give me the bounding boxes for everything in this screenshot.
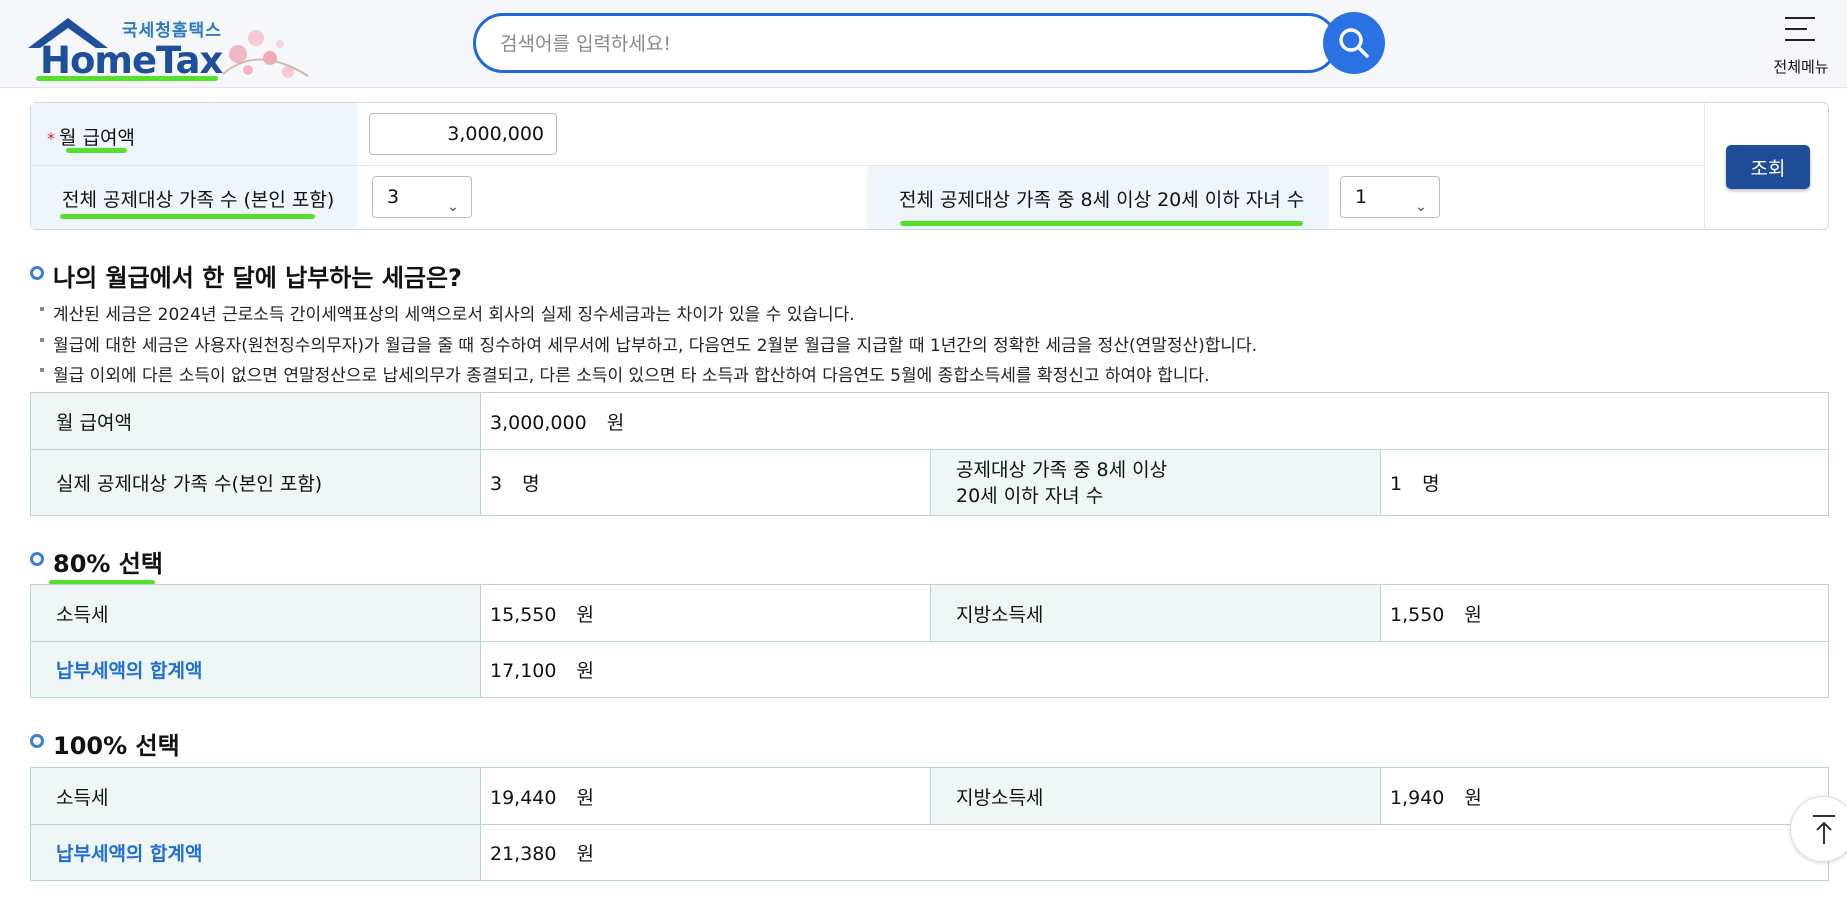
- family-count-value: 3: [387, 186, 400, 208]
- search-input[interactable]: [500, 30, 1280, 58]
- summary-children-label: 공제대상 가족 중 8세 이상 20세 이하 자녀 수: [930, 449, 1381, 516]
- note-2: 월급에 대한 세금은 사용자(원천징수의무자)가 월급을 줄 때 징수하여 세무…: [53, 336, 1258, 356]
- unit-text: 원: [606, 411, 625, 434]
- note-bullet-icon: [40, 368, 44, 372]
- children-count-label: 전체 공제대상 가족 중 8세 이상 20세 이하 자녀 수: [899, 189, 1305, 211]
- local-tax-value: 1,550 원: [1380, 584, 1829, 642]
- unit-text: 원: [1464, 786, 1482, 809]
- total-tax-value: 21,380 원: [480, 824, 1829, 881]
- total-tax-label: 납부세액의 합계액: [30, 824, 481, 881]
- total-tax-label: 납부세액의 합계액: [30, 641, 481, 698]
- header: 국세청홈택스 HomeTax 전체메뉴: [0, 0, 1847, 88]
- tax-table-80: 소득세 15,550 원 지방소득세 1,550 원 납부세액의 합계액 17,10…: [30, 584, 1829, 698]
- all-menu-button[interactable]: 전체메뉴: [1762, 12, 1832, 78]
- unit-text: 원: [576, 786, 594, 809]
- unit-text: 원: [576, 603, 594, 626]
- unit-text: 명: [1422, 473, 1440, 495]
- search-button[interactable]: [1323, 12, 1385, 74]
- local-tax-value: 1,940 원: [1380, 767, 1829, 825]
- table-row: 실제 공제대상 가족 수(본인 포함) 3명 공제대상 가족 중 8세 이상 20…: [30, 449, 1829, 516]
- table-row: 소득세 19,440 원 지방소득세 1,940 원: [30, 767, 1829, 825]
- note-1: 계산된 세금은 2024년 근로소득 간이세액표상의 세액으로서 회사의 실제 …: [53, 305, 855, 325]
- summary-salary-value: 3,000,000 원: [480, 392, 1829, 450]
- summary-salary-label: 월 급여액: [30, 392, 481, 450]
- income-tax-number: 15,550: [490, 603, 557, 626]
- required-mark: *: [47, 129, 55, 148]
- table-row: 납부세액의 합계액 17,100 원: [30, 641, 1829, 698]
- income-tax-value: 15,550 원: [480, 584, 931, 642]
- chevron-down-icon: ⌄: [447, 199, 459, 215]
- section-80-title: 80% 선택: [53, 550, 163, 578]
- logo-highlight: [36, 76, 218, 81]
- chevron-down-icon: ⌄: [1415, 199, 1427, 215]
- all-menu-label: 전체메뉴: [1773, 58, 1829, 76]
- local-tax-number: 1,550: [1390, 603, 1445, 626]
- note-bullet-icon: [40, 307, 44, 311]
- arrow-up-icon: [1813, 815, 1835, 844]
- unit-text: 원: [576, 660, 594, 682]
- form-row-divider: [31, 165, 1704, 166]
- total-tax-number: 21,380: [490, 843, 557, 865]
- section-bullet-icon: [30, 734, 44, 748]
- income-tax-number: 19,440: [490, 786, 557, 809]
- note-bullet-icon: [40, 338, 44, 342]
- query-button[interactable]: 조회: [1726, 145, 1810, 189]
- summary-children-value: 1명: [1380, 449, 1829, 516]
- salary-label: * 월 급여액: [47, 123, 135, 150]
- note-3: 월급 이외에 다른 소득이 없으면 연말정산으로 납세의무가 종결되고, 다른 …: [53, 366, 1210, 386]
- hamburger-icon: [1785, 17, 1815, 41]
- local-tax-label: 지방소득세: [930, 584, 1381, 642]
- unit-text: 명: [522, 473, 540, 495]
- local-tax-number: 1,940: [1390, 786, 1445, 809]
- children-count-select[interactable]: 1 ⌄: [1340, 176, 1440, 218]
- summary-table: 월 급여액 3,000,000 원 실제 공제대상 가족 수(본인 포함) 3명 …: [30, 392, 1829, 516]
- income-tax-value: 19,440 원: [480, 767, 931, 825]
- tax-table-100: 소득세 19,440 원 지방소득세 1,940 원 납부세액의 합계액 21,38…: [30, 767, 1829, 881]
- income-tax-label: 소득세: [30, 584, 481, 642]
- section-bullet-icon: [30, 552, 44, 566]
- children-label-highlight: [900, 221, 1303, 226]
- salary-input[interactable]: [369, 113, 557, 155]
- family-label-highlight: [60, 214, 315, 219]
- table-row: 납부세액의 합계액 21,380 원: [30, 824, 1829, 881]
- summary-family-number: 3: [490, 473, 503, 495]
- unit-text: 원: [1464, 603, 1482, 626]
- search-icon: [1339, 28, 1369, 58]
- family-count-label: 전체 공제대상 가족 수 (본인 포함): [62, 189, 335, 211]
- input-form: *월 급여액 전체 공제대상 가족 수 (본인 포함) 3 ⌄ 전체 공제대상 …: [30, 102, 1829, 230]
- summary-children-number: 1: [1390, 473, 1403, 495]
- local-tax-label: 지방소득세: [930, 767, 1381, 825]
- search-box: [473, 13, 1338, 73]
- summary-salary-number: 3,000,000: [490, 411, 587, 434]
- section-100-title: 100% 선택: [53, 732, 180, 760]
- salary-label-text: 월 급여액: [59, 127, 135, 149]
- cherry-blossom-icon: [222, 30, 309, 78]
- scroll-to-top-button[interactable]: [1790, 796, 1847, 862]
- summary-children-label-line2: 20세 이하 자녀 수: [956, 484, 1104, 507]
- total-tax-value: 17,100 원: [480, 641, 1829, 698]
- form-button-divider: [1704, 103, 1705, 229]
- family-count-select[interactable]: 3 ⌄: [372, 176, 472, 218]
- income-tax-label: 소득세: [30, 767, 481, 825]
- table-row: 소득세 15,550 원 지방소득세 1,550 원: [30, 584, 1829, 642]
- hometax-logo[interactable]: 국세청홈택스 HomeTax: [28, 12, 328, 84]
- result-title: 나의 월급에서 한 달에 납부하는 세금은?: [53, 264, 462, 292]
- unit-text: 원: [576, 843, 594, 865]
- total-tax-number: 17,100: [490, 660, 557, 682]
- children-count-value: 1: [1355, 186, 1368, 208]
- summary-family-label: 실제 공제대상 가족 수(본인 포함): [30, 449, 481, 516]
- summary-children-label-line1: 공제대상 가족 중 8세 이상: [956, 458, 1168, 481]
- summary-family-value: 3명: [480, 449, 931, 516]
- table-row: 월 급여액 3,000,000 원: [30, 392, 1829, 450]
- section-bullet-icon: [30, 266, 44, 280]
- salary-label-highlight: [66, 148, 127, 153]
- logo-korean-text: 국세청홈택스: [122, 21, 222, 41]
